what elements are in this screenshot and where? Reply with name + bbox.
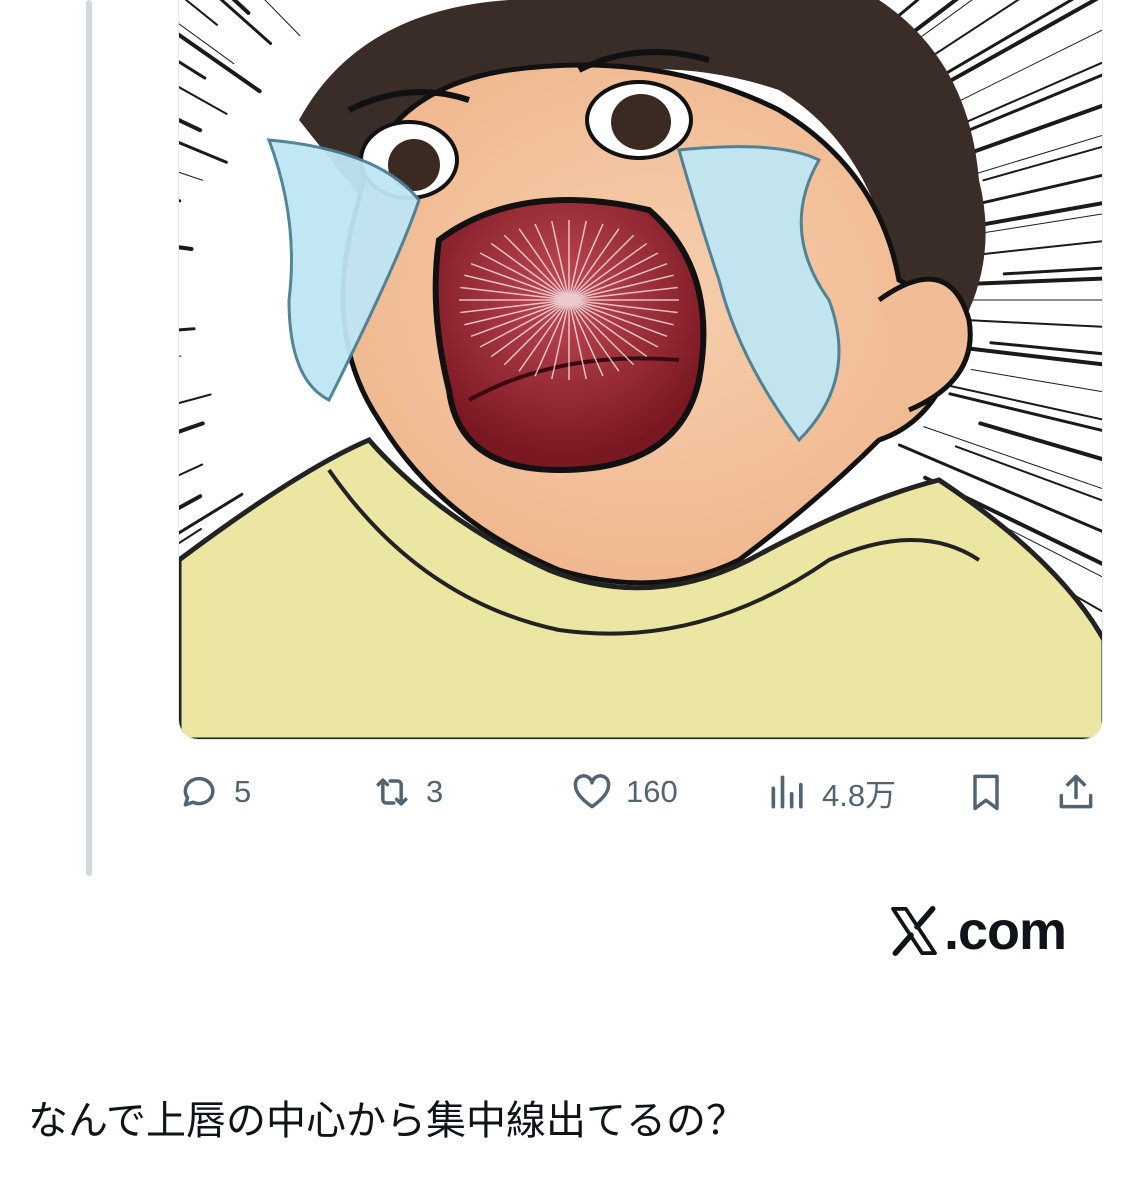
- views-chart-icon: [771, 775, 803, 809]
- share-icon: [1059, 774, 1093, 809]
- heart-icon: [573, 774, 611, 809]
- like-button[interactable]: 160: [570, 760, 678, 824]
- x-logo-icon: [891, 906, 937, 956]
- reply-icon: [183, 776, 215, 807]
- reply-button[interactable]: 5: [178, 760, 251, 824]
- thread-connector-line: [86, 0, 92, 876]
- views-count: 4.8万: [822, 777, 897, 813]
- reply-count: 5: [234, 774, 252, 809]
- bookmark-button[interactable]: [964, 760, 1008, 824]
- xcom-watermark-text: .com: [944, 901, 1067, 961]
- tweet-action-bar: 5 3 160 4.8万: [178, 760, 1103, 824]
- retweet-button[interactable]: 3: [370, 760, 443, 824]
- xcom-watermark: .com: [886, 896, 1067, 966]
- bookmark-icon: [973, 774, 999, 811]
- like-count: 160: [626, 774, 678, 809]
- tweet-media-image[interactable]: [178, 0, 1103, 740]
- retweet-icon: [376, 778, 408, 806]
- views-button[interactable]: 4.8万: [766, 760, 896, 824]
- retweet-count: 3: [426, 774, 444, 809]
- caption-text: なんで上唇の中心から集中線出てるの？: [28, 1099, 746, 1143]
- manga-illustration: [179, 0, 1102, 739]
- share-button[interactable]: [1054, 760, 1098, 824]
